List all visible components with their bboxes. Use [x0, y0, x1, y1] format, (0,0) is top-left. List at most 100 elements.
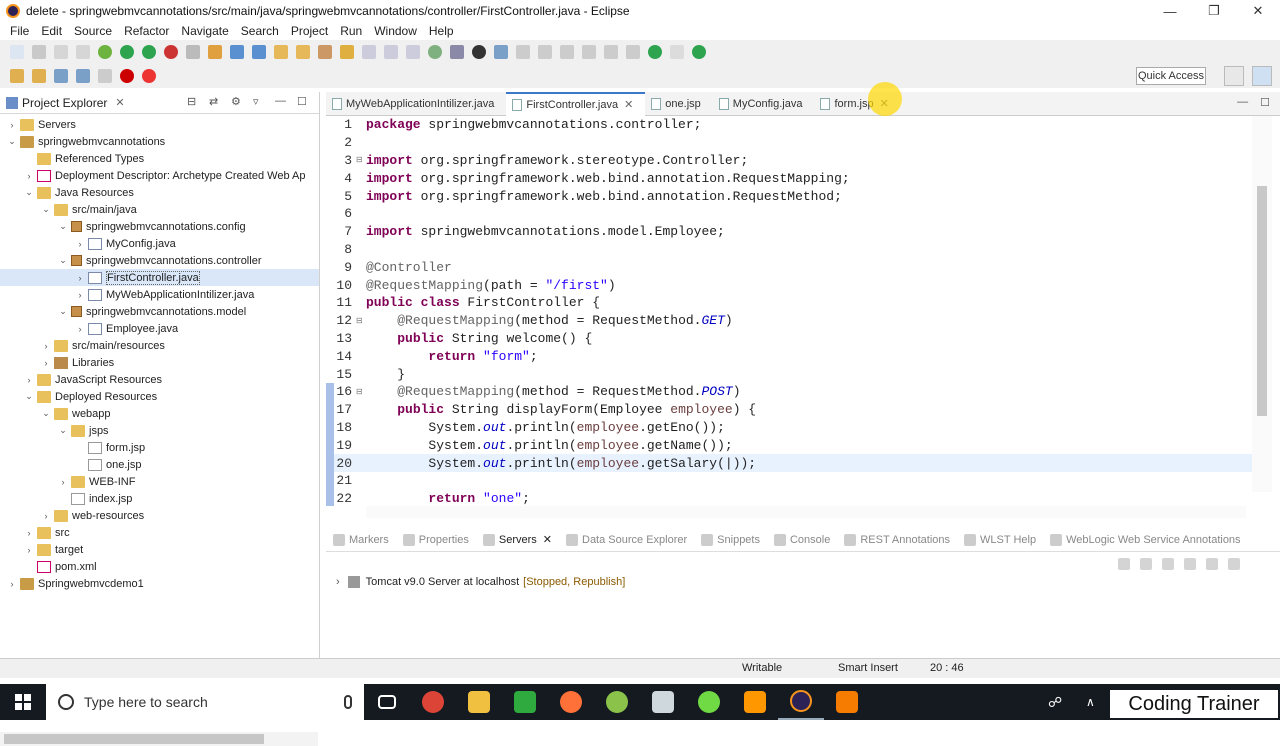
open-task-icon[interactable] — [296, 45, 310, 59]
tree-item[interactable]: › FirstController.java — [0, 269, 319, 286]
project-explorer-tab[interactable]: Project Explorer ✕ ⊟ ⇄ ⚙ ▿ — ☐ — [0, 92, 319, 114]
tree-item[interactable]: ⌄ Java Resources — [0, 184, 319, 201]
new-java-project-icon[interactable] — [208, 45, 222, 59]
terminate-icon[interactable] — [560, 45, 574, 59]
code-line[interactable]: 20 System.out.println(employee.getSalary… — [326, 454, 1252, 472]
reload-icon[interactable] — [142, 69, 156, 83]
tree-item[interactable]: index.jsp — [0, 490, 319, 507]
tree-item[interactable]: pom.xml — [0, 558, 319, 575]
chevron-down-icon[interactable]: ⌄ — [57, 255, 69, 266]
code-editor[interactable]: 1 package springwebmvcannotations.control… — [326, 116, 1252, 506]
collapse-all-icon[interactable]: ⊟ — [187, 95, 201, 109]
code-line[interactable]: 6 — [326, 205, 1252, 223]
fold-icon[interactable]: ⊟ — [356, 387, 364, 397]
code-line[interactable]: 13 public String welcome() { — [326, 330, 1252, 348]
suspend-icon[interactable] — [538, 45, 552, 59]
fold-icon[interactable]: ⊟ — [356, 316, 364, 326]
chevron-down-icon[interactable]: ⌄ — [6, 136, 18, 147]
restore-button[interactable]: ❐ — [1192, 0, 1236, 22]
code-line[interactable]: 11 public class FirstController { — [326, 294, 1252, 312]
chevron-right-icon[interactable]: › — [6, 579, 18, 589]
new-package-icon[interactable] — [230, 45, 244, 59]
block-select-icon[interactable] — [406, 45, 420, 59]
new-class-icon[interactable] — [252, 45, 266, 59]
link-editor-icon[interactable]: ⇄ — [209, 95, 223, 109]
file-explorer-icon[interactable] — [456, 684, 502, 720]
code-line[interactable]: 1 package springwebmvcannotations.control… — [326, 116, 1252, 134]
tab-firstcontroller[interactable]: FirstController.java ✕ — [506, 91, 646, 116]
tab-one-jsp[interactable]: one.jsp — [645, 92, 712, 116]
chevron-right-icon[interactable]: › — [23, 375, 35, 385]
code-line[interactable]: 17 public String displayForm(Employee em… — [326, 400, 1252, 419]
camtasia-icon[interactable] — [502, 684, 548, 720]
forward-icon[interactable] — [98, 69, 112, 83]
menu-run[interactable]: Run — [340, 24, 362, 38]
prev-annotation-icon[interactable] — [32, 69, 46, 83]
highlight-icon[interactable] — [340, 45, 354, 59]
debug-icon[interactable] — [98, 45, 112, 59]
people-icon[interactable]: ☍ — [1048, 694, 1062, 711]
maximize-view-icon[interactable]: ☐ — [297, 95, 311, 109]
tab-weblogic-web-service-annotations[interactable]: WebLogic Web Service Annotations — [1050, 533, 1241, 546]
sublime-icon[interactable] — [732, 684, 778, 720]
code-line[interactable]: 8 — [326, 241, 1252, 259]
code-line[interactable]: 16 ⊟ @RequestMapping(method = RequestMeth… — [326, 382, 1252, 401]
chevron-right-icon[interactable]: › — [74, 290, 86, 300]
gear-icon[interactable] — [450, 45, 464, 59]
chevron-down-icon[interactable]: ⌄ — [57, 221, 69, 232]
close-window-button[interactable]: ✕ — [1236, 0, 1280, 22]
upwork-icon[interactable] — [686, 684, 732, 720]
tree-item[interactable]: ⌄ springwebmvcannotations.model — [0, 303, 319, 320]
record-icon[interactable] — [120, 69, 134, 83]
minimize-button[interactable]: — — [1148, 0, 1192, 22]
run-server-icon[interactable] — [142, 45, 156, 59]
chevron-down-icon[interactable]: ⌄ — [57, 306, 69, 317]
code-line[interactable]: 9 @Controller — [326, 258, 1252, 276]
menu-refactor[interactable]: Refactor — [124, 24, 169, 38]
fold-icon[interactable]: ⊟ — [356, 155, 364, 165]
maximize-editor-icon[interactable]: ☐ — [1260, 96, 1270, 109]
chevron-right-icon[interactable]: › — [40, 341, 52, 351]
expand-icon[interactable]: › — [336, 576, 340, 588]
tray-arrow-icon[interactable]: ∧ — [1086, 695, 1095, 709]
minimize-view-icon[interactable]: — — [275, 95, 289, 109]
tree-item[interactable]: › Employee.java — [0, 320, 319, 337]
code-line[interactable]: 15 } — [326, 365, 1252, 383]
code-line[interactable]: 5 import org.springframework.web.bind.ann… — [326, 187, 1252, 205]
chevron-right-icon[interactable]: › — [74, 273, 86, 283]
menu-window[interactable]: Window — [374, 24, 417, 38]
tree-item[interactable]: ⌄ Deployed Resources — [0, 388, 319, 405]
tab-rest-annotations[interactable]: REST Annotations — [844, 533, 950, 546]
vertical-scrollbar[interactable] — [1252, 116, 1272, 492]
notepad-plus-icon[interactable] — [594, 684, 640, 720]
tree-item[interactable]: › WEB-INF — [0, 473, 319, 490]
menu-search[interactable]: Search — [241, 24, 279, 38]
tree-item[interactable]: ⌄ springwebmvcannotations.controller — [0, 252, 319, 269]
tree-item[interactable]: ⌄ webapp — [0, 405, 319, 422]
code-line[interactable]: 21 — [326, 471, 1252, 490]
code-line[interactable]: 2 — [326, 134, 1252, 152]
tree-item[interactable]: › web-resources — [0, 507, 319, 524]
start-server-icon[interactable] — [1162, 558, 1174, 570]
tree-item[interactable]: ⌄ springwebmvcannotations — [0, 133, 319, 150]
chevron-right-icon[interactable]: › — [40, 358, 52, 368]
taskbar-search[interactable]: Type here to search — [46, 684, 364, 720]
chevron-down-icon[interactable]: ⌄ — [23, 391, 35, 402]
tab-wlst-help[interactable]: WLST Help — [964, 533, 1036, 546]
eye-icon[interactable] — [472, 45, 486, 59]
view-menu-icon[interactable]: ▿ — [253, 95, 267, 109]
run-icon[interactable] — [120, 45, 134, 59]
tab-properties[interactable]: Properties — [402, 533, 469, 546]
tab-markers[interactable]: Markers — [333, 533, 389, 546]
new-icon[interactable] — [10, 45, 24, 59]
stop-server-icon[interactable] — [1206, 558, 1218, 570]
terminal-icon[interactable] — [494, 45, 508, 59]
menu-navigate[interactable]: Navigate — [181, 24, 228, 38]
globe-icon[interactable] — [428, 45, 442, 59]
chevron-right-icon[interactable]: › — [40, 511, 52, 521]
profile-server-icon[interactable] — [1184, 558, 1196, 570]
tab-mywebapplicationintilizer[interactable]: MyWebApplicationIntilizer.java — [326, 92, 506, 116]
open-type-icon[interactable] — [274, 45, 288, 59]
microphone-icon[interactable] — [344, 695, 352, 709]
code-line[interactable]: 4 import org.springframework.web.bind.ann… — [326, 169, 1252, 187]
